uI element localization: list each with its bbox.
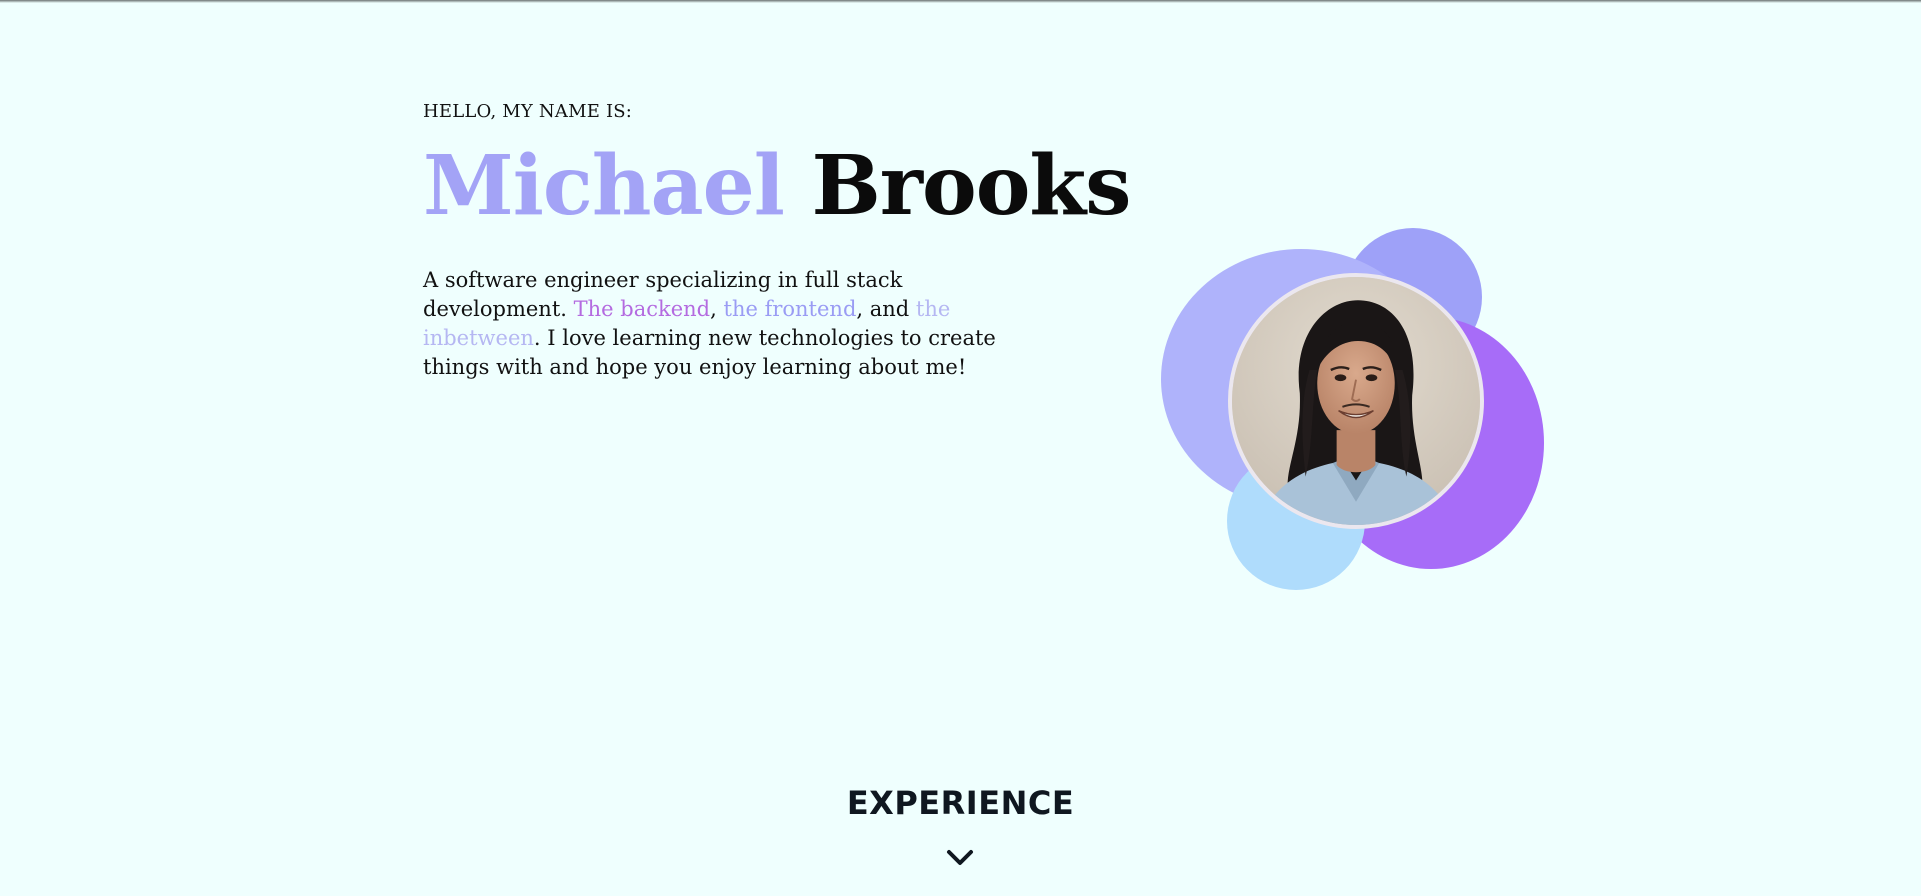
bio-backend: The backend: [573, 297, 711, 321]
last-name: Brooks: [811, 138, 1131, 234]
portrait-photo: [1232, 277, 1480, 525]
portrait-graphic: [1160, 228, 1545, 590]
bio-frontend: the frontend: [723, 297, 857, 321]
hero-section: HELLO, MY NAME IS: Michael Brooks A soft…: [423, 100, 1131, 382]
first-name: Michael: [423, 138, 785, 234]
bio-paragraph: A software engineer specializing in full…: [423, 266, 1043, 382]
chevron-down-icon[interactable]: [945, 846, 975, 868]
bio-separator: ,: [710, 297, 717, 321]
greeting-text: HELLO, MY NAME IS:: [423, 101, 633, 122]
profile-photo: [1228, 273, 1484, 529]
top-shadow: [0, 0, 1921, 3]
hero-name: Michael Brooks: [423, 136, 1131, 236]
experience-heading[interactable]: EXPERIENCE: [0, 784, 1921, 822]
bio-and: , and: [856, 297, 910, 321]
